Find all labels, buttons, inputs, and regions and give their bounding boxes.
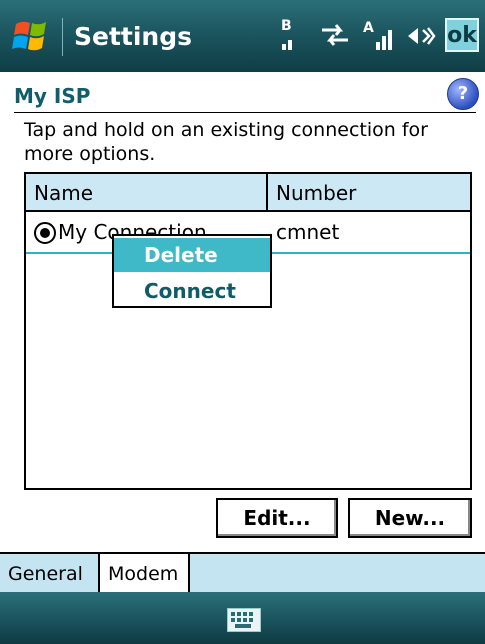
selected-radio-icon[interactable] <box>34 222 56 244</box>
tab-bar: General Modem <box>0 552 485 594</box>
connection-list[interactable]: Name Number My Connection cmnet <box>24 172 472 490</box>
edit-button[interactable]: Edit... <box>216 498 338 538</box>
ok-button[interactable]: ok <box>445 18 479 52</box>
keyboard-icon[interactable] <box>227 608 261 632</box>
tab-modem[interactable]: Modem <box>100 552 190 594</box>
connection-number: cmnet <box>276 220 340 244</box>
instructions-text: Tap and hold on an existing connection f… <box>24 119 428 165</box>
connectivity-arrows-icon[interactable] <box>318 16 352 60</box>
signal-strength-icon[interactable]: A <box>362 16 398 60</box>
new-button[interactable]: New... <box>348 498 472 538</box>
title-separator <box>62 18 63 56</box>
soft-key-bar <box>0 592 485 644</box>
volume-icon[interactable] <box>404 16 436 60</box>
help-icon[interactable]: ? <box>447 78 479 110</box>
context-menu: Delete Connect <box>112 234 272 308</box>
app-title: Settings <box>74 22 193 51</box>
tab-general[interactable]: General <box>0 552 100 594</box>
svg-text:B: B <box>281 18 292 34</box>
bluetooth-signal-icon[interactable]: B <box>278 16 306 60</box>
title-bar: Settings B A ok <box>0 0 485 72</box>
page-title: My ISP <box>14 84 91 108</box>
column-header-name[interactable]: Name <box>26 174 268 212</box>
svg-text:A: A <box>363 20 374 36</box>
menu-item-delete[interactable]: Delete <box>114 238 270 272</box>
windows-start-icon[interactable] <box>10 14 54 58</box>
menu-item-connect[interactable]: Connect <box>114 274 270 308</box>
header-divider <box>14 112 476 113</box>
column-header-number[interactable]: Number <box>268 174 470 212</box>
